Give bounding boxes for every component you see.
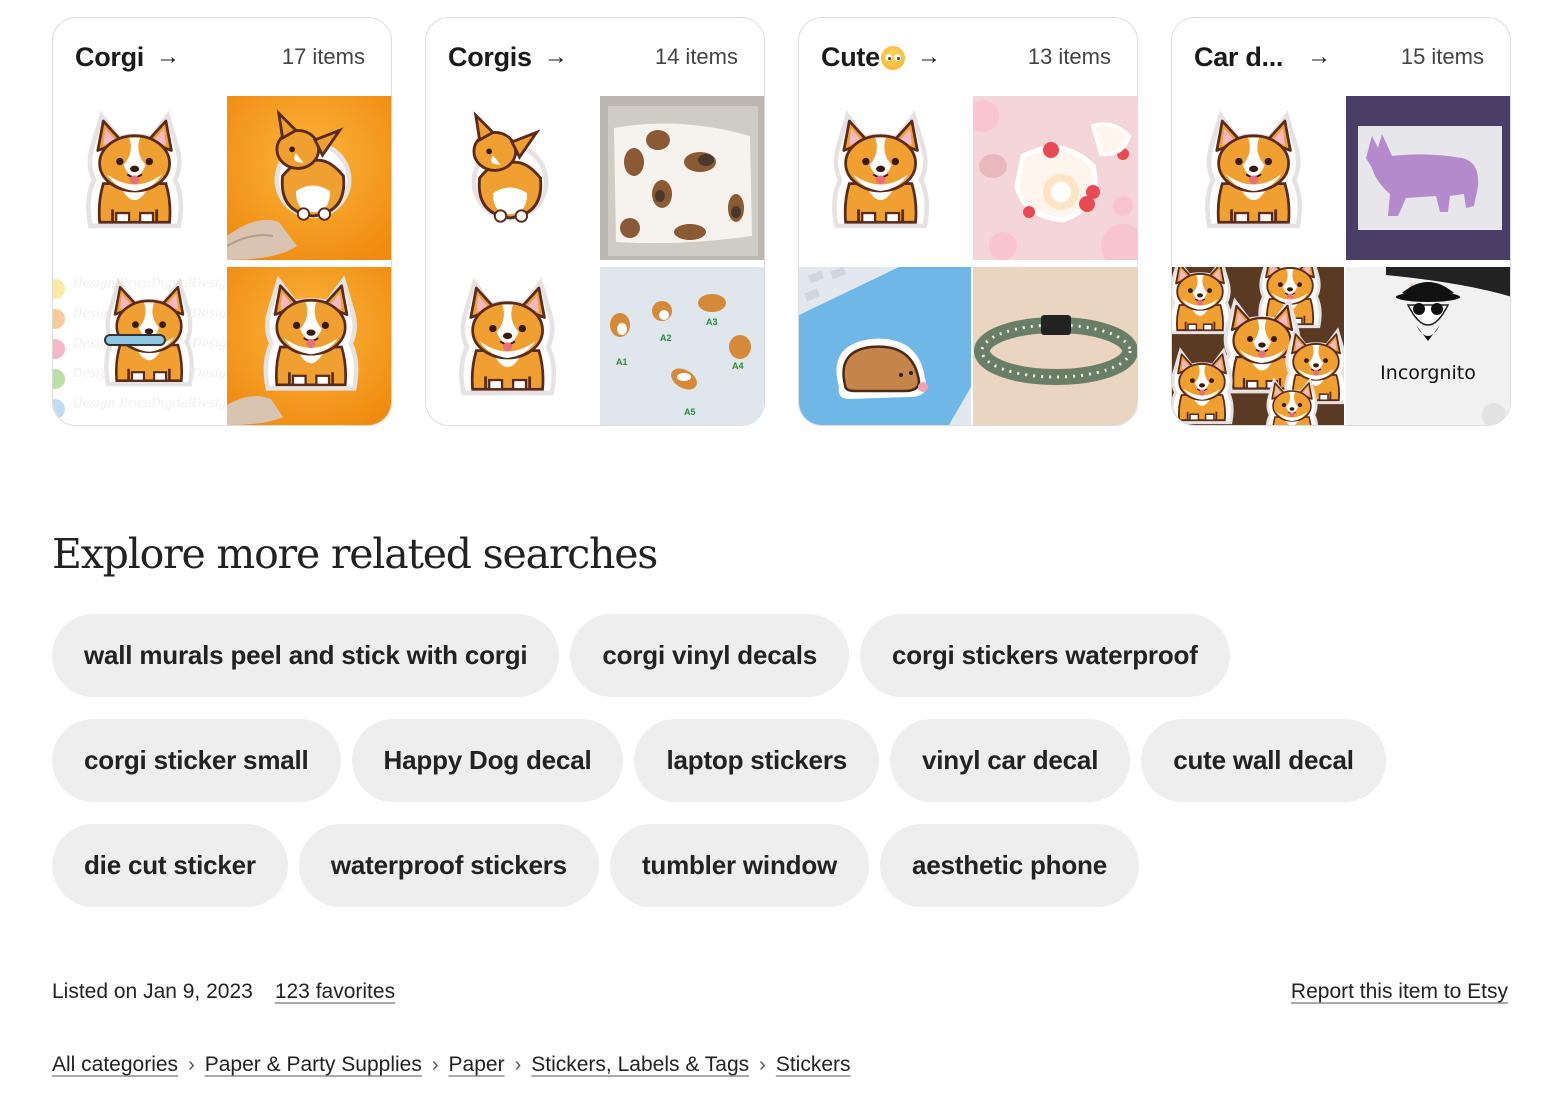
related-search-chip[interactable]: aesthetic phone [880, 824, 1139, 907]
collection-header: Cute → 13 items [799, 18, 1137, 96]
breadcrumb-item[interactable]: All categories [52, 1053, 178, 1077]
floral-dog-collar-image[interactable] [973, 267, 1137, 425]
chevron-right-icon: › [188, 1053, 195, 1076]
breadcrumb-item[interactable]: Stickers [776, 1053, 851, 1077]
related-search-chip[interactable]: die cut sticker [52, 824, 288, 907]
related-search-chip[interactable]: waterproof stickers [298, 824, 599, 907]
favorites-link[interactable]: 123 favorites [275, 980, 395, 1004]
figurine-label: A3 [706, 317, 718, 327]
collection-title[interactable]: Cute → [821, 42, 941, 73]
corgi-stickers-pile-image[interactable] [1172, 267, 1344, 425]
related-search-chip[interactable]: tumbler window [609, 824, 870, 907]
collection-title-text: Cute [821, 42, 905, 73]
arrow-right-icon: → [1307, 43, 1331, 70]
corgi-butt-sticker-image[interactable] [426, 96, 598, 260]
breadcrumb: All categories › Paper & Party Supplies … [52, 1053, 851, 1077]
collection-title[interactable]: Corgi → [75, 42, 180, 73]
arrow-right-icon: → [543, 43, 568, 70]
related-search-chip[interactable]: corgi vinyl decals [570, 614, 850, 697]
collection-card-corgis[interactable]: Corgis → 14 items A1 A2 A3 A4 A5 [425, 17, 765, 426]
collection-item-count: 15 items [1400, 44, 1484, 69]
arrow-right-icon: → [156, 43, 180, 70]
collection-title-text: Corgi [75, 41, 144, 72]
related-searches-chips: wall murals peel and stick with corgi co… [52, 614, 1512, 907]
figurine-label: A2 [660, 333, 672, 343]
chevron-right-icon: › [431, 1053, 439, 1076]
corgi-butt-sticker-image[interactable] [227, 96, 391, 260]
corgi-sticker-sitting-image[interactable] [1172, 96, 1344, 260]
collection-image-grid: A1 A2 A3 A4 A5 [426, 96, 764, 425]
collection-item-count: 14 items [654, 44, 738, 69]
collection-header: Car d... → 15 items [1172, 18, 1510, 96]
figurine-label: A4 [732, 361, 744, 371]
related-search-chip[interactable]: corgi sticker small [52, 719, 341, 802]
breadcrumb-item[interactable]: Stickers, Labels & Tags [531, 1053, 749, 1077]
collection-card-corgi[interactable]: Corgi → 17 items Design EricaDigitalDesi… [52, 17, 392, 426]
collection-item-count: 17 items [281, 44, 365, 69]
chevron-right-icon: › [514, 1053, 522, 1076]
figurine-label: A1 [616, 357, 628, 367]
collection-card-car-decals[interactable]: Car d... → 15 items Incorgnito [1171, 17, 1511, 426]
corgi-sticker-sitting-image[interactable] [799, 96, 971, 260]
collections-row: Corgi → 17 items Design EricaDigitalDesi… [52, 17, 1511, 426]
listing-meta: Listed on Jan 9, 2023 123 favorites [52, 980, 395, 1004]
incorgnito-sticker-image[interactable]: Incorgnito [1346, 267, 1510, 425]
arrow-right-icon: → [916, 43, 941, 70]
related-search-chip[interactable]: wall murals peel and stick with corgi [52, 614, 560, 697]
chevron-right-icon: › [759, 1053, 766, 1076]
breadcrumb-item[interactable]: Paper [449, 1053, 505, 1077]
collection-title-text: Car d... [1194, 41, 1284, 72]
collection-image-grid: Design EricaDigitalDesign Design EricaDig… [53, 96, 391, 425]
listed-date: Listed on Jan 9, 2023 [52, 980, 253, 1003]
collection-title-text: Corgis [448, 41, 532, 72]
incorgnito-text: Incorgnito [1380, 362, 1476, 384]
pleading-face-emoji-icon [880, 46, 905, 71]
purple-corgi-decal-image[interactable] [1346, 96, 1510, 260]
related-search-chip[interactable]: laptop stickers [634, 719, 879, 802]
figurine-label: A5 [684, 407, 696, 417]
breadcrumb-item[interactable]: Paper & Party Supplies [205, 1053, 422, 1077]
report-item-link[interactable]: Report this item to Etsy [1291, 980, 1508, 1004]
corgi-bone-clipart-image[interactable]: Design EricaDigitalDesign Design EricaDig… [53, 267, 225, 425]
related-search-chip[interactable]: Happy Dog decal [351, 719, 624, 802]
collection-title[interactable]: Corgis → [448, 41, 568, 73]
corgi-sticker-sitting-image[interactable] [426, 267, 598, 425]
collection-title-label: Cute [821, 41, 880, 72]
corgi-figurines-image[interactable]: A1 A2 A3 A4 A5 [600, 267, 764, 425]
collection-item-count: 13 items [1027, 44, 1111, 69]
svg-text:Design EricaDigitalDesign: Design EricaDigitalDesign [72, 276, 225, 290]
collection-title[interactable]: Car d... → [1194, 42, 1331, 73]
corgi-sticker-sitting-image[interactable] [53, 96, 225, 260]
related-search-chip[interactable]: cute wall decal [1141, 719, 1386, 802]
strawberry-cake-stickers-image[interactable] [973, 96, 1137, 260]
bear-sticker-image[interactable] [799, 267, 971, 425]
collection-header: Corgis → 14 items [426, 18, 764, 96]
collection-card-cute[interactable]: Cute → 13 items [798, 17, 1138, 426]
collection-image-grid [799, 96, 1137, 425]
collection-image-grid: Incorgnito [1172, 96, 1510, 425]
collection-header: Corgi → 17 items [53, 18, 391, 96]
corgi-peace-sticker-image[interactable] [227, 267, 391, 425]
corgi-face-mask-image[interactable] [600, 96, 764, 260]
svg-text:Design EricaDigitalDesign: Design EricaDigitalDesign [72, 396, 225, 410]
related-search-chip[interactable]: vinyl car decal [890, 719, 1131, 802]
related-search-chip[interactable]: corgi stickers waterproof [860, 614, 1230, 697]
related-searches-title: Explore more related searches [52, 530, 658, 578]
